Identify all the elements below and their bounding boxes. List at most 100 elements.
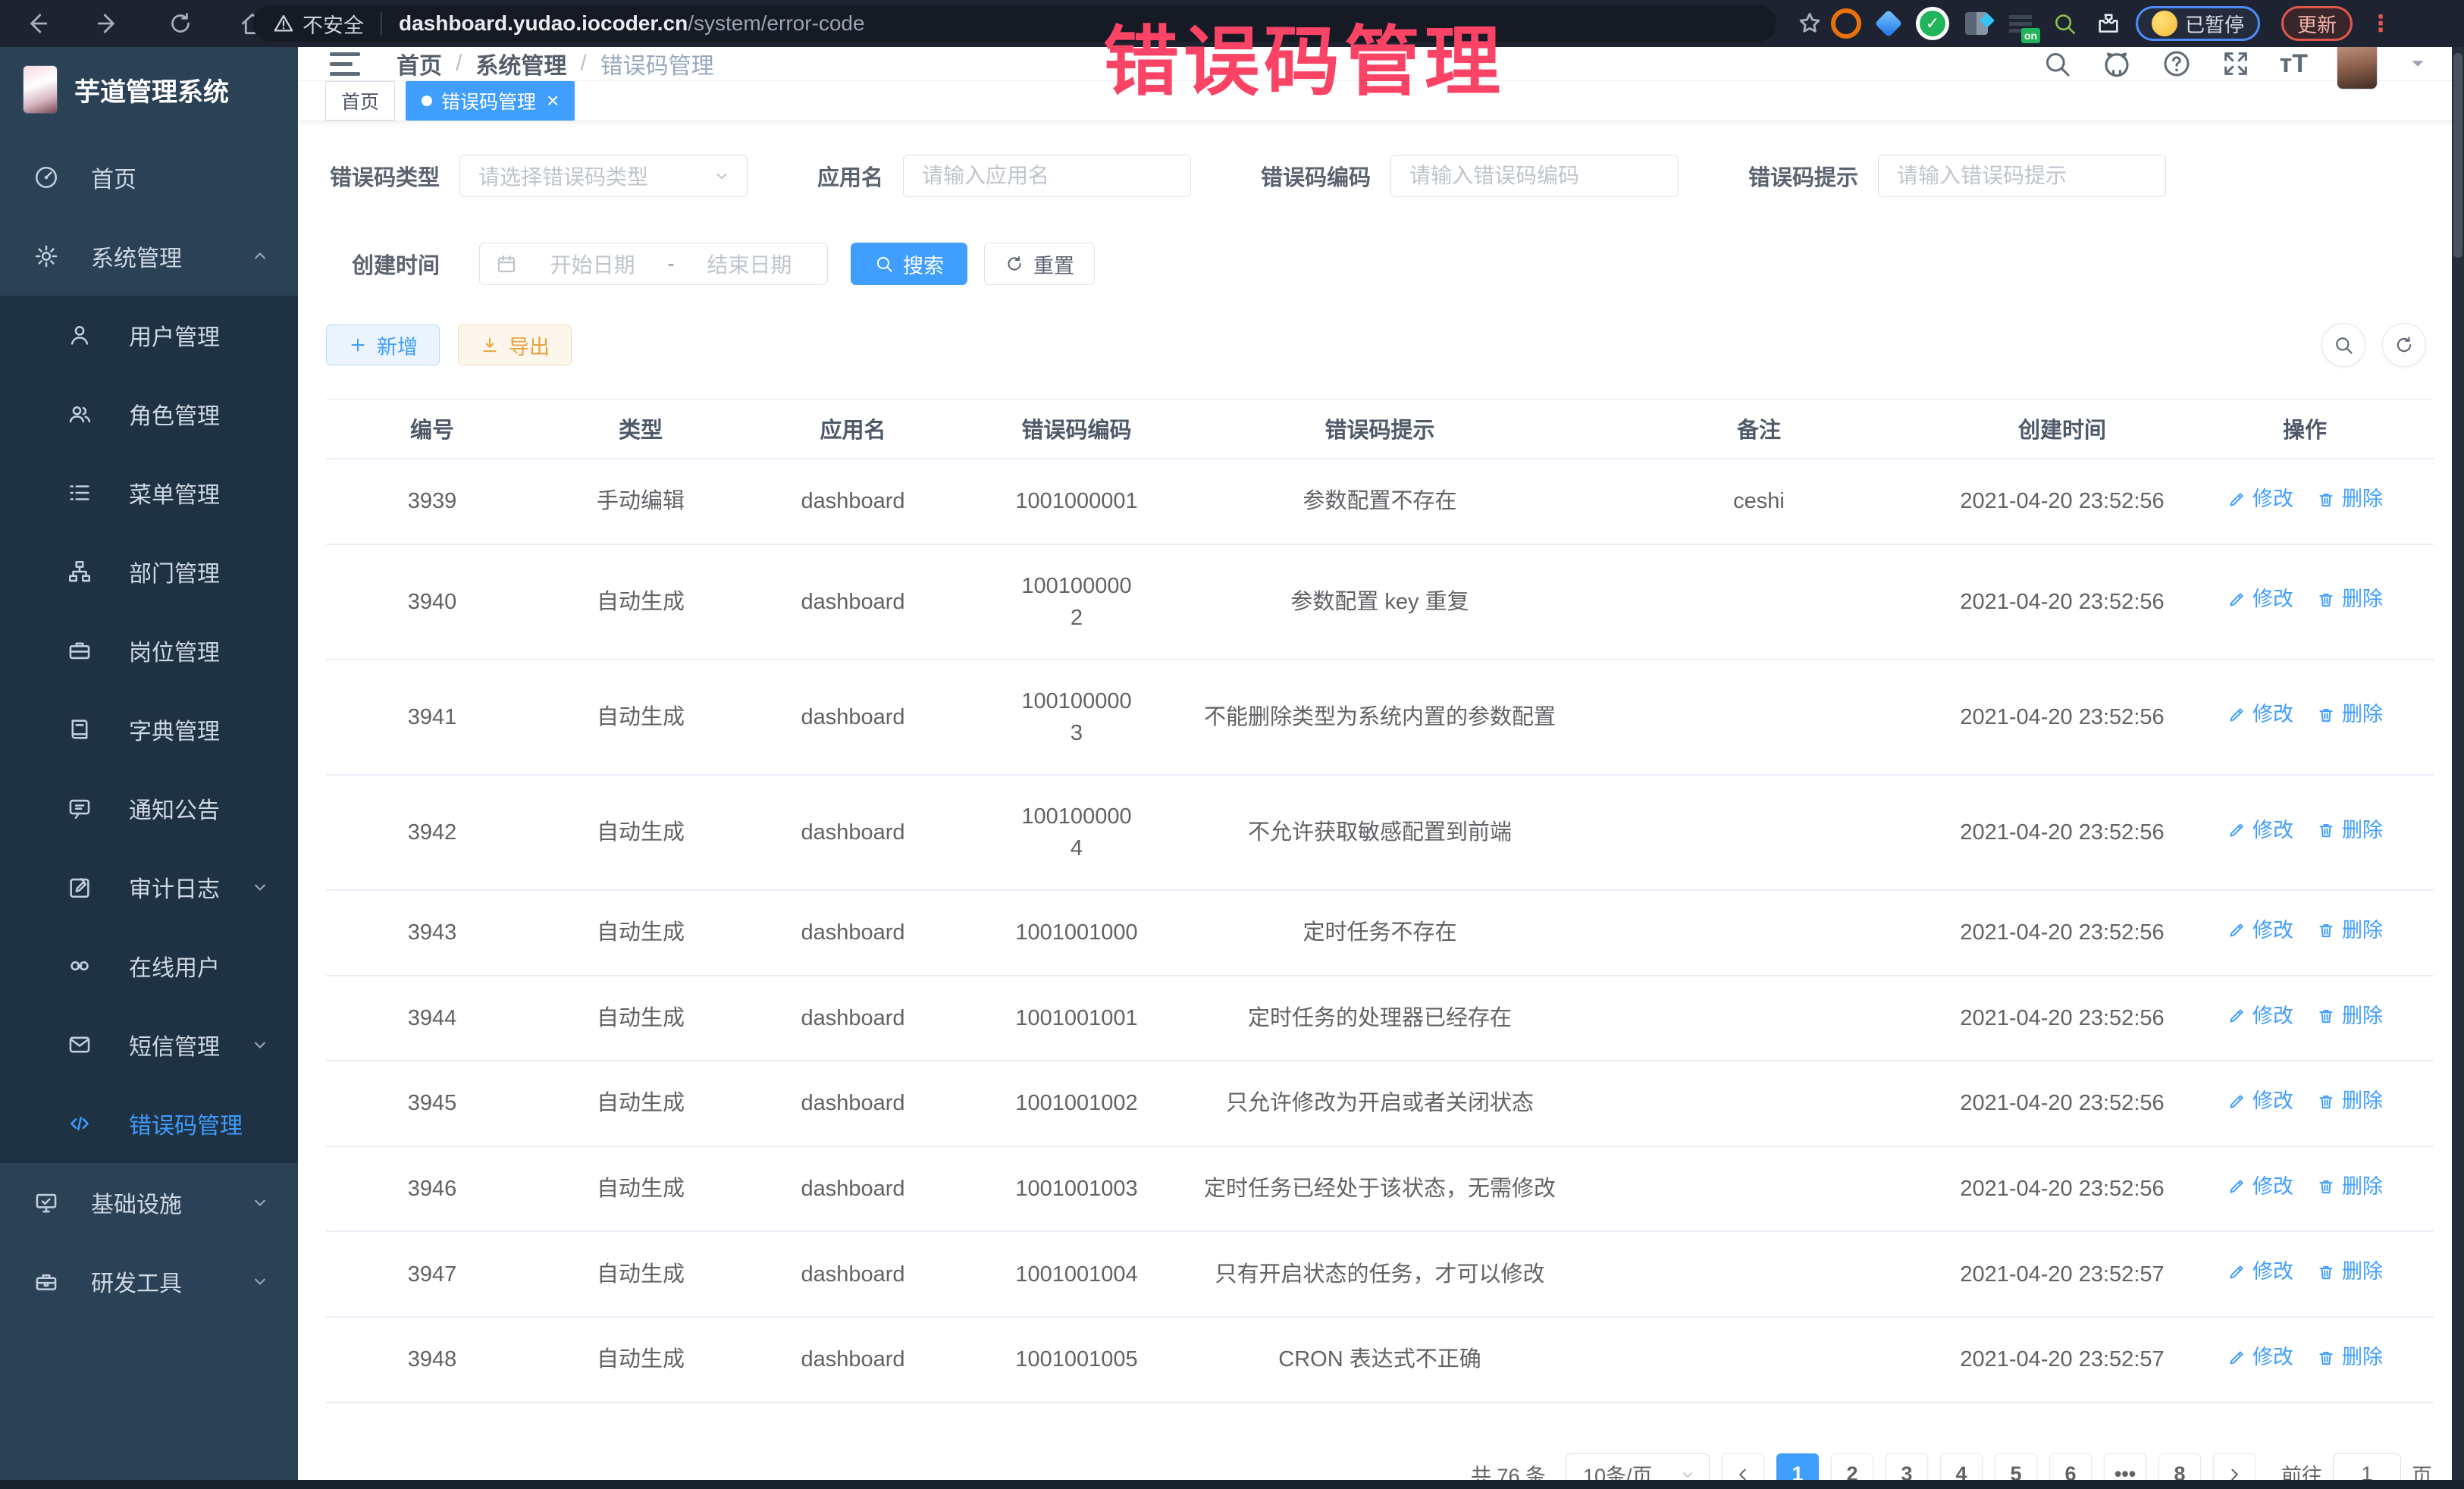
sidebar-item-6[interactable]: 岗位管理 — [0, 611, 298, 690]
export-button[interactable]: 导出 — [458, 324, 572, 365]
app-logo[interactable]: 芋道管理系统 — [0, 47, 298, 132]
tag-close-icon[interactable]: × — [547, 90, 559, 111]
sidebar-item-1[interactable]: 系统管理 — [0, 217, 298, 296]
extension-orange-icon[interactable] — [1831, 8, 1861, 39]
header-search-icon[interactable] — [2042, 49, 2072, 79]
delete-link[interactable]: 删除 — [2316, 1172, 2383, 1202]
end-date-placeholder[interactable]: 结束日期 — [687, 249, 812, 279]
extension-green-check-icon[interactable]: ✓ — [1916, 7, 1949, 40]
sidebar-item-3[interactable]: 角色管理 — [0, 375, 298, 453]
delete-link[interactable]: 删除 — [2316, 585, 2383, 614]
browser-menu-icon[interactable]: ⋮ — [2369, 11, 2393, 37]
delete-link[interactable]: 删除 — [2316, 1086, 2383, 1116]
edit-link[interactable]: 修改 — [2227, 1002, 2293, 1031]
breadcrumb: 首页 / 系统管理 / 错误码管理 — [397, 47, 714, 80]
field-input[interactable] — [1879, 155, 2165, 196]
cell-message: CRON 表达式不正确 — [1190, 1317, 1569, 1403]
delete-link[interactable]: 删除 — [2316, 916, 2383, 945]
sidebar-item-9[interactable]: 审计日志 — [0, 848, 298, 926]
browser-update-button[interactable]: 更新 — [2281, 6, 2353, 41]
github-icon[interactable] — [2101, 48, 2133, 80]
sidebar-item-13[interactable]: 基础设施 — [0, 1163, 298, 1242]
sidebar-item-10[interactable]: 在线用户 — [0, 926, 298, 1005]
extension-gem-icon[interactable] — [1872, 7, 1905, 40]
dashboard-icon — [33, 165, 59, 190]
scrollbar-thumb[interactable] — [2453, 53, 2462, 258]
sidebar-item-4[interactable]: 菜单管理 — [0, 453, 298, 532]
sidebar-item-0[interactable]: 首页 — [0, 138, 298, 217]
search-button[interactable]: 搜索 — [851, 243, 967, 285]
edit-link[interactable]: 修改 — [2227, 585, 2293, 614]
extension-magnifier-icon[interactable] — [2048, 7, 2081, 40]
cell-type: 自动生成 — [538, 1317, 743, 1403]
create-time-label: 创建时间 — [326, 248, 440, 280]
delete-link[interactable]: 删除 — [2316, 1002, 2383, 1031]
edit-link[interactable]: 修改 — [2227, 916, 2293, 945]
extension-puzzle-icon[interactable] — [2092, 7, 2125, 40]
field-input[interactable] — [1391, 155, 1678, 196]
sidebar-item-5[interactable]: 部门管理 — [0, 532, 298, 611]
error-type-select[interactable]: 请选择错误码类型 — [459, 155, 748, 197]
refresh-table-button[interactable] — [2382, 323, 2426, 367]
edit-link[interactable]: 修改 — [2227, 816, 2293, 845]
breadcrumb-separator: / — [456, 51, 462, 77]
cell-message: 参数配置 key 重复 — [1190, 544, 1569, 660]
users-icon — [67, 401, 92, 427]
start-date-placeholder[interactable]: 开始日期 — [530, 249, 655, 279]
edit-link[interactable]: 修改 — [2227, 1172, 2293, 1202]
reset-button[interactable]: 重置 — [984, 243, 1095, 285]
field-input[interactable] — [904, 155, 1190, 196]
column-header: 类型 — [538, 400, 743, 459]
delete-link[interactable]: 删除 — [2316, 1343, 2383, 1372]
address-bar[interactable]: 不安全 dashboard.yudao.iocoder.cn /system/e… — [252, 5, 1776, 42]
breadcrumb-system[interactable]: 系统管理 — [475, 47, 566, 80]
add-button[interactable]: 新增 — [326, 324, 440, 365]
dictionary-icon — [67, 716, 92, 742]
delete-link[interactable]: 删除 — [2316, 484, 2383, 514]
field-label: 错误码类型 — [326, 160, 440, 192]
sidebar-item-7[interactable]: 字典管理 — [0, 690, 298, 769]
tag-home[interactable]: 首页 — [325, 81, 395, 121]
browser-forward-icon[interactable] — [72, 9, 144, 38]
hide-search-button[interactable] — [2321, 323, 2365, 367]
error-code-icon — [67, 1111, 92, 1136]
edit-link[interactable]: 修改 — [2227, 1257, 2293, 1287]
sidebar-item-12[interactable]: 错误码管理 — [0, 1084, 298, 1163]
avatar-caret-down-icon[interactable] — [2406, 52, 2429, 75]
trash-icon — [2316, 1177, 2336, 1196]
sidebar-item-8[interactable]: 通知公告 — [0, 769, 298, 848]
delete-link[interactable]: 删除 — [2316, 700, 2383, 729]
screen: 不安全 dashboard.yudao.iocoder.cn /system/e… — [0, 0, 2464, 1489]
font-size-icon[interactable]: тT — [2280, 49, 2308, 79]
sidebar-item-11[interactable]: 短信管理 — [0, 1005, 298, 1084]
browser-refresh-icon[interactable] — [144, 10, 216, 37]
cell-app: dashboard — [743, 1231, 963, 1317]
breadcrumb-home[interactable]: 首页 — [397, 47, 442, 80]
announcement-icon — [67, 795, 92, 821]
delete-link[interactable]: 删除 — [2316, 1257, 2383, 1287]
tag-error-code[interactable]: 错误码管理 × — [406, 81, 575, 121]
bookmark-star-icon[interactable] — [1795, 9, 1824, 38]
edit-link[interactable]: 修改 — [2227, 700, 2293, 729]
sidebar-item-2[interactable]: 用户管理 — [0, 296, 298, 375]
fullscreen-icon[interactable] — [2221, 49, 2251, 79]
delete-link[interactable]: 删除 — [2316, 816, 2383, 845]
sidebar-item-14[interactable]: 研发工具 — [0, 1242, 298, 1321]
edit-link[interactable]: 修改 — [2227, 1086, 2293, 1116]
edit-link[interactable]: 修改 — [2227, 1343, 2293, 1372]
profile-paused-chip[interactable]: 已暂停 — [2136, 6, 2260, 41]
cell-remark — [1569, 775, 1948, 890]
extension-on-badge-icon[interactable]: on — [2004, 7, 2037, 40]
hamburger-icon[interactable] — [330, 52, 360, 76]
sidebar-menu: 首页系统管理用户管理角色管理菜单管理部门管理岗位管理字典管理通知公告审计日志在线… — [0, 138, 298, 1321]
column-header: 操作 — [2176, 400, 2434, 459]
security-warning[interactable]: 不安全 — [272, 9, 364, 39]
date-range-picker[interactable]: 开始日期 - 结束日期 — [479, 243, 828, 285]
audit-log-icon — [67, 874, 92, 900]
browser-back-icon[interactable] — [0, 9, 72, 38]
page-scrollbar[interactable] — [2452, 47, 2464, 1489]
help-icon[interactable] — [2161, 49, 2192, 79]
extension-grid-icon[interactable] — [1960, 7, 1993, 40]
edit-link[interactable]: 修改 — [2227, 484, 2293, 514]
table-row: 3944自动生成dashboard1001001001定时任务的处理器已经存在2… — [326, 976, 2434, 1061]
